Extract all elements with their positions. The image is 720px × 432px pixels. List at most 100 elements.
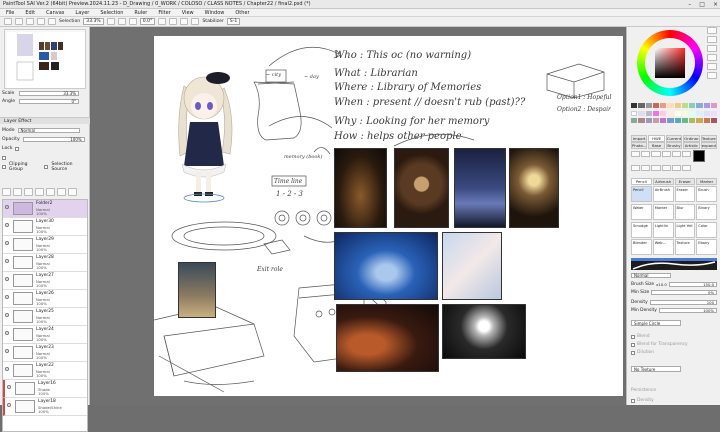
swatch[interactable] (710, 103, 717, 108)
new-linework-button[interactable] (13, 188, 22, 196)
zoom-out-button[interactable] (106, 18, 115, 25)
layer-row[interactable]: Layer18 Shade/Shine 100% (3, 398, 87, 416)
swatch[interactable] (652, 110, 659, 116)
brush-size-slider[interactable]: 150.0 (668, 282, 717, 287)
clipping-group-checkbox[interactable] (2, 164, 6, 169)
tab-import[interactable]: Import (631, 135, 648, 142)
swatch[interactable] (674, 103, 681, 108)
brush-slot[interactable]: Lightlin (652, 221, 674, 238)
gradient-tool-icon[interactable] (681, 164, 691, 171)
ref-image-lights[interactable] (509, 148, 559, 228)
visibility-eye-icon[interactable] (5, 259, 9, 263)
blend-mode-select[interactable]: Normal (17, 127, 80, 134)
maximize-button[interactable]: □ (699, 1, 705, 8)
swatch[interactable] (660, 103, 667, 108)
tab-marker[interactable]: Marker (696, 178, 717, 185)
deselect-button[interactable] (26, 18, 34, 25)
swatch[interactable] (638, 110, 645, 116)
layer-row[interactable]: Layer23 Normal 100% (3, 344, 87, 362)
protect-alpha-checkbox[interactable] (2, 155, 6, 160)
current-color-swatch[interactable] (693, 150, 705, 162)
color-wheel[interactable] (637, 30, 703, 96)
new-layer-button[interactable] (2, 188, 11, 196)
min-density-slider[interactable]: 100% (658, 308, 717, 313)
brush-slot[interactable]: Water (631, 203, 652, 220)
stabilizer-select[interactable]: S-1 (226, 18, 241, 25)
blend-transparency-checkbox[interactable] (631, 342, 635, 347)
swatch[interactable] (645, 110, 652, 116)
ref-image-night-lake[interactable] (454, 148, 506, 228)
swatch[interactable] (645, 103, 652, 108)
layer-row[interactable]: Layer27 Normal 100% (3, 272, 87, 290)
visibility-eye-icon[interactable] (7, 403, 11, 407)
rotate-reset-button[interactable] (180, 18, 189, 25)
tab-artistic[interactable]: Artistic (683, 142, 700, 149)
menu-file[interactable]: File (6, 10, 14, 16)
swatch[interactable] (638, 103, 645, 108)
lock-checkbox[interactable] (15, 146, 20, 151)
tab-hwe[interactable]: HWE (648, 135, 665, 142)
ref-image-suitcase[interactable] (178, 262, 216, 318)
swatch[interactable] (652, 118, 659, 124)
redo-button[interactable] (15, 18, 23, 25)
blend-checkbox[interactable] (631, 334, 635, 339)
swatch[interactable] (696, 103, 703, 108)
ref-image-telephone[interactable] (334, 148, 387, 228)
ref-image-tunnel[interactable] (442, 304, 526, 359)
density-sub-checkbox[interactable] (631, 398, 635, 403)
swatch[interactable] (674, 110, 681, 116)
swatch-icon[interactable] (707, 63, 717, 70)
brush-slot[interactable]: Eraser (674, 186, 696, 202)
visibility-eye-icon[interactable] (5, 331, 9, 335)
angle-slider[interactable]: 0° (19, 99, 79, 104)
visibility-eye-icon[interactable] (7, 385, 11, 389)
tab-ordinar[interactable]: Ordinar (683, 135, 700, 142)
tab-eraser[interactable]: Eraser (674, 178, 696, 185)
brush-size-multiplier[interactable]: x10.0 (656, 282, 667, 287)
selection-source-checkbox[interactable] (44, 164, 49, 169)
layer-row[interactable]: Layer26 Normal 100% (3, 290, 87, 308)
brush-slot[interactable]: Web... (652, 239, 674, 256)
tab-photo[interactable]: Photo... (631, 142, 648, 149)
layer-row[interactable]: Folder2 Normal 100% (3, 200, 87, 218)
layer-effect-section[interactable]: Layer Effect (0, 117, 90, 124)
brush-slot[interactable]: Smudge (631, 221, 652, 238)
swatch[interactable] (689, 118, 696, 124)
brush-slot[interactable]: Pencil (631, 186, 652, 202)
swatch[interactable] (696, 110, 703, 116)
tab-base[interactable]: Base (648, 142, 665, 149)
invert-selection-button[interactable] (37, 18, 45, 25)
zoom-tool-icon[interactable] (671, 151, 681, 157)
clear-layer-button[interactable] (57, 188, 66, 196)
layer-row[interactable]: Layer29 Normal 100% (3, 236, 87, 254)
layer-row[interactable]: Layer28 Normal 100% (3, 254, 87, 272)
zoom-field[interactable]: 33.3% (83, 18, 104, 25)
swatch[interactable] (631, 103, 638, 108)
visibility-eye-icon[interactable] (5, 367, 9, 371)
opacity-slider[interactable]: 100% (22, 136, 85, 143)
brush-slot[interactable]: Binary (696, 203, 717, 220)
scratchpad-icon[interactable] (707, 72, 717, 79)
swatch[interactable] (681, 118, 688, 124)
hide-selection-button[interactable] (48, 18, 56, 25)
swatch[interactable] (667, 118, 674, 124)
swatch[interactable] (667, 103, 674, 108)
swatch[interactable] (631, 110, 638, 116)
brush-slot[interactable]: Color (696, 221, 717, 238)
magic-wand-icon[interactable] (651, 151, 661, 157)
menu-edit[interactable]: Edit (25, 10, 35, 16)
swatch[interactable] (681, 103, 688, 108)
ref-image-candle[interactable] (336, 304, 439, 372)
texture-select[interactable]: No Texture (631, 365, 681, 372)
brush-slot[interactable]: Texture (674, 239, 696, 256)
brush-blend-select[interactable]: Normal (631, 272, 671, 279)
text-tool-icon[interactable] (651, 164, 661, 171)
hand-tool-icon[interactable] (631, 164, 641, 171)
visibility-eye-icon[interactable] (5, 205, 9, 209)
menu-layer[interactable]: Layer (75, 10, 89, 16)
canvas-paper[interactable]: Who : This oc (no warning) What : Librar… (154, 36, 623, 396)
rotate-left-button[interactable] (158, 18, 167, 25)
visibility-eye-icon[interactable] (5, 349, 9, 353)
eyedropper-icon[interactable] (641, 164, 651, 171)
canvas-area[interactable]: Who : This oc (no warning) What : Librar… (91, 27, 625, 405)
